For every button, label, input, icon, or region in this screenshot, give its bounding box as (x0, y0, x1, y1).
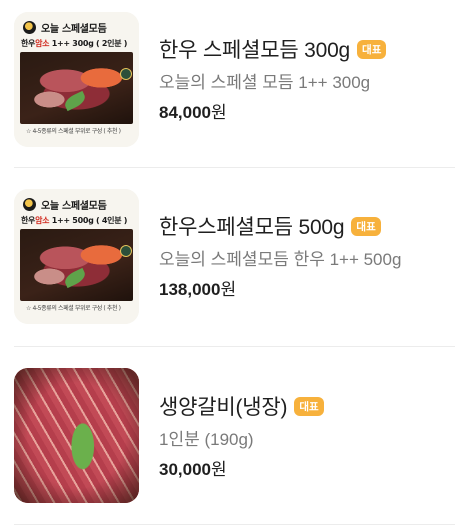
menu-item-name: 생양갈비(냉장) (159, 396, 288, 419)
card-sub-type: 암소 (35, 39, 50, 48)
price-currency: 원 (220, 280, 237, 299)
representative-badge: 대표 (294, 396, 324, 416)
price-amount: 30,000 (159, 460, 211, 479)
menu-item-info: 한우 스페셜모듬 300g 대표 오늘의 스페셜 모듬 1++ 300g 84,… (159, 35, 387, 123)
price-currency: 원 (211, 460, 227, 479)
divider (14, 346, 455, 347)
card-footnote: ☆ 4-5종류의 스페셜 부위로 구성 ( 추천 ) (26, 305, 121, 312)
card-title: 오늘 스페셜모듬 (41, 201, 107, 212)
menu-item-hanwoo-special-500g[interactable]: 오늘 스페셜모듬 한우암소 1++ 500g ( 4인분 ) ☆ 4-5종류의 … (0, 174, 467, 349)
price-amount: 84,000 (159, 103, 211, 122)
price-amount: 138,000 (159, 280, 221, 299)
card-sub-serving: ( 4인분 ) (96, 216, 128, 225)
representative-badge: 대표 (357, 39, 387, 59)
menu-item-description: 오늘의 스페셜모듬 한우 1++ 500g (159, 250, 402, 269)
price-currency: 원 (211, 103, 227, 122)
lamb-ribs-photo (14, 368, 139, 503)
menu-item-thumbnail[interactable] (14, 368, 139, 503)
menu-item-info: 한우스페셜모듬 500g 대표 오늘의 스페셜모듬 한우 1++ 500g 13… (159, 212, 401, 300)
card-subtitle: 한우암소 1++ 500g ( 4인분 ) (21, 215, 127, 226)
card-footnote: ☆ 4-5종류의 스페셜 부위로 구성 ( 추천 ) (26, 128, 121, 135)
grade-seal-icon (120, 68, 132, 80)
divider (14, 167, 455, 168)
menu-item-hanwoo-special-300g[interactable]: 오늘 스페셜모듬 한우암소 1++ 300g ( 2인분 ) ☆ 4-5종류의 … (0, 0, 467, 175)
promo-card-image: 오늘 스페셜모듬 한우암소 1++ 500g ( 4인분 ) ☆ 4-5종류의 … (14, 189, 139, 324)
card-sub-grade: 한우 (21, 216, 36, 225)
menu-item-info: 생양갈비(냉장) 대표 1인분 (190g) 30,000원 (159, 392, 324, 480)
card-subtitle: 한우암소 1++ 300g ( 2인분 ) (21, 38, 127, 49)
grade-seal-icon (120, 245, 132, 257)
menu-item-description: 1인분 (190g) (159, 430, 254, 449)
meat-photo (20, 52, 133, 124)
promo-card-image: 오늘 스페셜모듬 한우암소 1++ 300g ( 2인분 ) ☆ 4-5종류의 … (14, 12, 139, 147)
menu-item-price: 84,000원 (159, 98, 386, 123)
menu-item-name: 한우 스페셜모듬 300g (159, 39, 351, 62)
card-sub-grade: 한우 (21, 39, 36, 48)
card-sub-weight: 1++ 500g (51, 216, 94, 225)
menu-item-thumbnail[interactable]: 오늘 스페셜모듬 한우암소 1++ 300g ( 2인분 ) ☆ 4-5종류의 … (14, 12, 139, 147)
menu-item-description: 오늘의 스페셜 모듬 1++ 300g (159, 73, 371, 92)
menu-item-name: 한우스페셜모듬 500g (159, 216, 345, 239)
card-sub-type: 암소 (35, 216, 50, 225)
representative-badge: 대표 (351, 216, 381, 236)
menu-item-thumbnail[interactable]: 오늘 스페셜모듬 한우암소 1++ 500g ( 4인분 ) ☆ 4-5종류의 … (14, 189, 139, 324)
card-sub-weight: 1++ 300g (51, 39, 94, 48)
brand-logo-icon (23, 198, 36, 211)
brand-logo-icon (23, 21, 36, 34)
card-sub-serving: ( 2인분 ) (96, 39, 128, 48)
menu-item-price: 30,000원 (159, 455, 324, 480)
meat-photo (20, 229, 133, 301)
menu-item-price: 138,000원 (159, 275, 401, 300)
menu-item-lamb-ribs[interactable]: 생양갈비(냉장) 대표 1인분 (190g) 30,000원 (0, 348, 467, 524)
divider (14, 524, 455, 525)
menu-list: 오늘 스페셜모듬 한우암소 1++ 300g ( 2인분 ) ☆ 4-5종류의 … (0, 0, 467, 531)
card-title: 오늘 스페셜모듬 (41, 24, 107, 35)
